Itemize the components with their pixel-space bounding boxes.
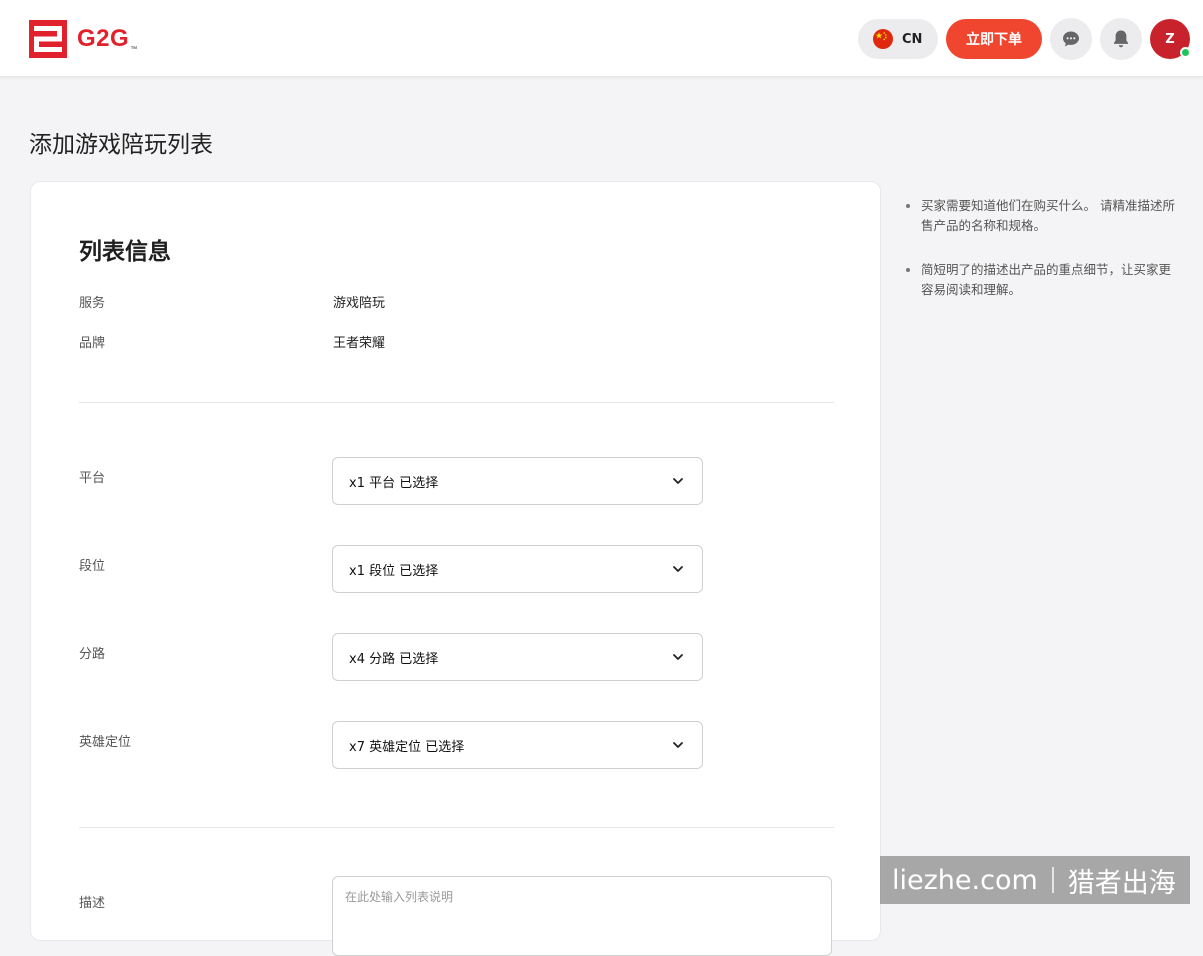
- watermark-separator: [1051, 867, 1054, 893]
- listing-info-title: 列表信息: [79, 239, 171, 265]
- logo-text: G2G™: [77, 25, 138, 53]
- chevron-down-icon: [673, 742, 683, 748]
- order-now-button[interactable]: 立即下单: [946, 19, 1042, 59]
- tip-item: 简短明了的描述出产品的重点细节，让买家更容易阅读和理解。: [905, 260, 1180, 300]
- listing-form-card: 列表信息 服务 游戏陪玩 品牌 王者荣耀 平台 x1 平台 已选择 段位 x1 …: [30, 181, 881, 956]
- platform-select[interactable]: x1 平台 已选择: [332, 457, 703, 505]
- user-avatar[interactable]: Z: [1150, 19, 1191, 59]
- platform-label: 平台: [79, 471, 106, 486]
- top-header: G2G™ CN 立即下单 Z: [0, 0, 1203, 77]
- chevron-down-icon: [673, 654, 683, 660]
- rank-label: 段位: [79, 559, 106, 574]
- g2g-logo[interactable]: G2G™: [29, 20, 138, 58]
- notifications-button[interactable]: [1100, 18, 1142, 60]
- g2g-logo-mark-icon: [29, 20, 67, 58]
- hero-role-select[interactable]: x7 英雄定位 已选择: [332, 721, 703, 769]
- lane-label: 分路: [79, 647, 106, 662]
- language-selector[interactable]: CN: [858, 19, 938, 59]
- section-divider: [79, 402, 834, 403]
- page-title: 添加游戏陪玩列表: [29, 132, 213, 158]
- site-watermark: liezhe.com 猎者出海: [880, 856, 1190, 904]
- watermark-domain: liezhe.com: [892, 864, 1038, 896]
- lane-select-value: x4 分路 已选择: [349, 651, 439, 667]
- platform-select-value: x1 平台 已选择: [349, 475, 439, 491]
- bell-icon: [1114, 30, 1128, 48]
- description-label: 描述: [79, 896, 106, 911]
- lane-select[interactable]: x4 分路 已选择: [332, 633, 703, 681]
- online-status-dot: [1180, 47, 1191, 58]
- brand-label: 品牌: [79, 336, 106, 351]
- hero-role-label: 英雄定位: [79, 735, 132, 750]
- chevron-down-icon: [673, 478, 683, 484]
- logo-trademark: ™: [130, 46, 138, 53]
- language-code: CN: [902, 31, 923, 47]
- service-label: 服务: [79, 296, 106, 311]
- avatar-initial: Z: [1165, 31, 1175, 47]
- section-divider: [79, 827, 834, 828]
- messages-button[interactable]: [1050, 18, 1092, 60]
- chevron-down-icon: [673, 566, 683, 572]
- rank-select[interactable]: x1 段位 已选择: [332, 545, 703, 593]
- description-input[interactable]: [332, 876, 832, 956]
- service-value: 游戏陪玩: [333, 296, 386, 311]
- watermark-brand: 猎者出海: [1067, 867, 1176, 899]
- china-flag-icon: [873, 29, 893, 49]
- hero-role-select-value: x7 英雄定位 已选择: [349, 739, 465, 755]
- tips-panel: 买家需要知道他们在购买什么。 请精准描述所售产品的名称和规格。 简短明了的描述出…: [905, 196, 1180, 324]
- tip-item: 买家需要知道他们在购买什么。 请精准描述所售产品的名称和规格。: [905, 196, 1180, 236]
- rank-select-value: x1 段位 已选择: [349, 563, 439, 579]
- chat-bubble-icon: [1063, 31, 1079, 47]
- brand-value: 王者荣耀: [333, 336, 386, 351]
